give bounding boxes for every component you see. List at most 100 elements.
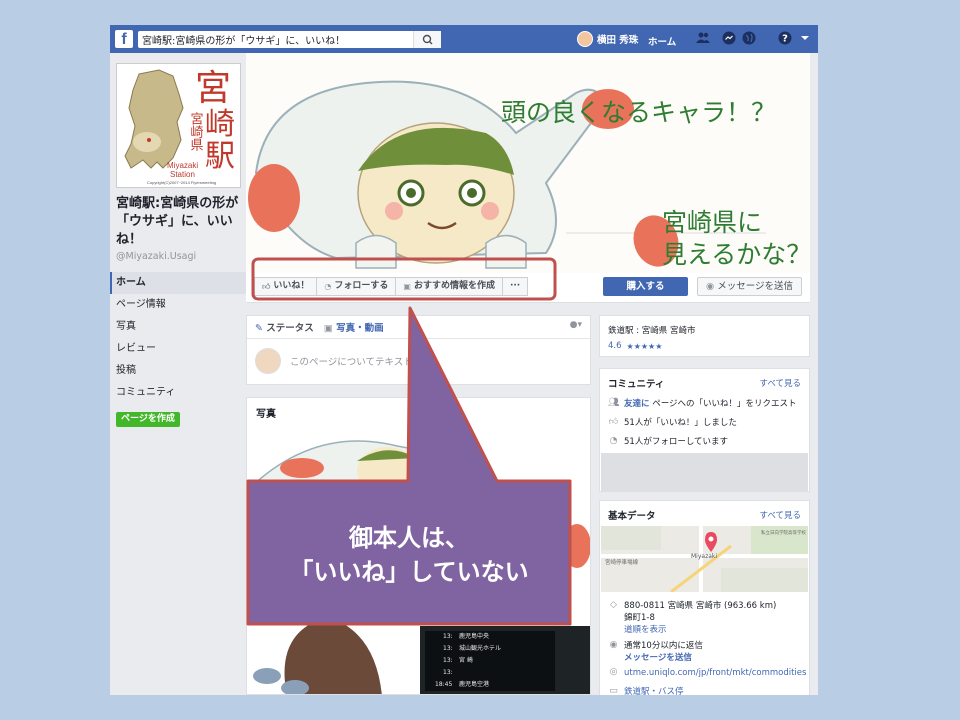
website-link[interactable]: utme.uniqlo.com/jp/front/mkt/commodities: [624, 668, 806, 678]
station-board-time-5: 18:45: [435, 681, 452, 688]
tab-photo-label: 写真・動画: [336, 323, 384, 334]
page-profile-picture[interactable]: 宮 崎 駅 宮崎県 Miyazaki Station Copyright(C)2…: [116, 63, 241, 188]
recommend-label: おすすめ情報を作成: [413, 281, 495, 291]
station-board-time-1: 13:: [443, 633, 453, 640]
logo-char-1: 宮: [195, 68, 231, 109]
station-board-dest-4: 鹿児島空港: [459, 680, 489, 688]
invite-friends-link[interactable]: 友達に: [624, 399, 650, 409]
page-left-navigation: ホーム ページ情報 写真 レビュー 投稿 コミュニティ: [110, 272, 246, 404]
send-message-link[interactable]: メッセージを送信: [624, 651, 692, 663]
logo-english-2: Station: [170, 170, 195, 179]
buy-button[interactable]: 購入する: [603, 277, 688, 296]
miyazaki-station-logo: 宮 崎 駅 宮崎県 Miyazaki Station Copyright(C)2…: [124, 68, 235, 185]
profile-link[interactable]: 横田 秀珠: [577, 30, 638, 48]
follows-count-row: ◔ 51人がフォローしています: [608, 435, 729, 448]
location-pin-icon: ◇: [610, 599, 617, 610]
logo-copyright: Copyright(C)2007~2014 Flyersmeeting: [147, 180, 216, 185]
map-label-station: Miyazaki: [691, 553, 717, 560]
rating-stars-icon: ★★★★★: [626, 341, 663, 351]
page-username[interactable]: @Miyazaki.Usagi: [116, 251, 196, 262]
divider: [247, 338, 590, 339]
nav-item-reviews[interactable]: レビュー: [110, 338, 246, 360]
map-label-road: 宮崎停車場線: [605, 558, 639, 566]
photos-title[interactable]: 写真: [256, 405, 276, 420]
category-link[interactable]: 鉄道駅・バス停: [624, 685, 684, 695]
more-button[interactable]: ···: [501, 277, 529, 296]
community-title: コミュニティ: [608, 379, 665, 390]
follow-label: フォローする: [334, 281, 389, 291]
thumbs-up-icon: 👍︎: [608, 416, 619, 427]
location-map[interactable]: 宮崎停車場線 Miyazaki 私立日向学院高等学校: [601, 526, 808, 592]
basic-data-card: 基本データ すべて見る 宮崎停車場線 Miyazaki 私立日向学院高等学校 ◇…: [599, 500, 810, 695]
tab-status-label: ステータス: [266, 323, 314, 334]
invite-friends-icon: 👥︎: [608, 397, 620, 408]
station-board-time-4: 13:: [443, 669, 453, 676]
community-card: コミュニティ すべて見る 👥︎ 友達に ページへの「いいね！」をリクエスト 👍︎…: [599, 368, 810, 492]
nav-item-home[interactable]: ホーム: [110, 272, 246, 294]
page-action-bar: 👍︎ いいね！ ◔ フォローする ▣ おすすめ情報を作成 ··· 購入する ◉ …: [246, 273, 810, 303]
station-board-dest-1: 鹿児島中央: [459, 632, 489, 640]
basic-data-see-all-link[interactable]: すべて見る: [759, 509, 801, 521]
messenger-icon[interactable]: [722, 31, 736, 45]
composer-tabs: ✎ ステータス ▣ 写真・動画: [255, 320, 384, 334]
page-title[interactable]: 宮崎駅:宮崎県の形が「ウサギ」に、いいね！: [116, 195, 244, 249]
account-menu-chevron-down-icon[interactable]: [798, 31, 812, 45]
action-button-group: 👍︎ いいね！ ◔ フォローする ▣ おすすめ情報を作成 ···: [254, 277, 529, 296]
recommend-button[interactable]: ▣ おすすめ情報を作成: [395, 277, 503, 296]
composer-input[interactable]: このページについてテキストを: [290, 354, 422, 368]
directions-link[interactable]: 道順を表示: [624, 623, 667, 635]
cover-subline-1: 宮崎県に: [662, 208, 763, 237]
follow-button[interactable]: ◔ フォローする: [316, 277, 397, 296]
rss-icon: ◔: [609, 435, 618, 446]
search-input[interactable]: 宮崎駅:宮崎県の形が「ウサギ」に、いいね！: [138, 31, 441, 48]
response-time-text: 通常10分以内に返信: [624, 641, 703, 651]
send-message-button[interactable]: ◉ メッセージを送信: [697, 277, 802, 296]
svg-text:?: ?: [782, 34, 788, 45]
station-board-dest-3: 宮 崎: [459, 656, 473, 664]
invite-friends-text: ページへの「いいね！」をリクエスト: [652, 399, 797, 409]
callout-message: 御本人は、 「いいね」していない: [248, 486, 570, 624]
tab-status[interactable]: ✎ ステータス: [255, 320, 314, 334]
station-board-time-2: 13:: [443, 645, 453, 652]
invite-friends-row: 👥︎ 友達に ページへの「いいね！」をリクエスト: [608, 397, 797, 410]
home-link[interactable]: ホーム: [648, 34, 676, 48]
callout-line-1: 御本人は、: [349, 524, 469, 552]
cover-photo[interactable]: 頭の良くなるキャラ！？ 宮崎県に 見えるかな？: [246, 53, 810, 273]
logo-char-2: 崎: [205, 107, 235, 142]
friends-photo-strip[interactable]: [601, 453, 808, 491]
tab-photo-video[interactable]: ▣ 写真・動画: [324, 320, 384, 334]
community-see-all-link[interactable]: すべて見る: [759, 377, 801, 389]
like-button[interactable]: 👍︎ いいね！: [254, 277, 318, 296]
help-icon[interactable]: ?: [778, 31, 792, 45]
page-info-card: 鉄道駅 : 宮崎県 宮崎市 4.6 ★★★★★: [599, 315, 810, 357]
cover-headline: 頭の良くなるキャラ！？: [501, 98, 777, 127]
follows-count-text: 51人がフォローしています: [624, 437, 729, 447]
rating-value: 4.6: [608, 341, 622, 351]
user-name: 横田 秀珠: [597, 35, 639, 46]
friend-requests-icon[interactable]: [696, 31, 710, 45]
category-row: ▭ 鉄道駅・バス停: [608, 685, 684, 696]
more-label: ···: [509, 281, 521, 291]
logo-prefecture: 宮崎県: [188, 111, 204, 151]
facebook-logo-icon[interactable]: f: [115, 30, 133, 48]
search-button[interactable]: [413, 31, 441, 48]
address-line-2: 錦町1-8: [624, 613, 655, 623]
address-row: ◇ 880-0811 宮崎県 宮崎市 (963.66 km): [608, 599, 776, 612]
response-time-row: ◉ 通常10分以内に返信: [608, 639, 703, 652]
nav-item-photos[interactable]: 写真: [110, 316, 246, 338]
tag-icon: ▭: [609, 685, 618, 696]
basic-data-title: 基本データ: [608, 511, 656, 522]
map-label-school: 私立日向学院高等学校: [761, 529, 806, 536]
search-value: 宮崎駅:宮崎県の形が「ウサギ」に、いいね！: [142, 36, 346, 47]
top-navigation-bar: f 宮崎駅:宮崎県の形が「ウサギ」に、いいね！ 横田 秀珠 ホーム ?: [110, 25, 818, 53]
nav-item-posts[interactable]: 投稿: [110, 360, 246, 382]
page-rating[interactable]: 4.6 ★★★★★: [608, 341, 662, 351]
composer-audience-chevron-down-icon[interactable]: ●▾: [570, 320, 582, 330]
notifications-globe-icon[interactable]: [742, 31, 756, 45]
avatar: [255, 348, 281, 374]
station-board-dest-2: 城山観光ホテル: [459, 644, 501, 652]
nav-item-community[interactable]: コミュニティ: [110, 382, 246, 404]
create-page-button[interactable]: ページを作成: [116, 412, 180, 427]
nav-item-about[interactable]: ページ情報: [110, 294, 246, 316]
logo-char-3: 駅: [205, 139, 235, 174]
